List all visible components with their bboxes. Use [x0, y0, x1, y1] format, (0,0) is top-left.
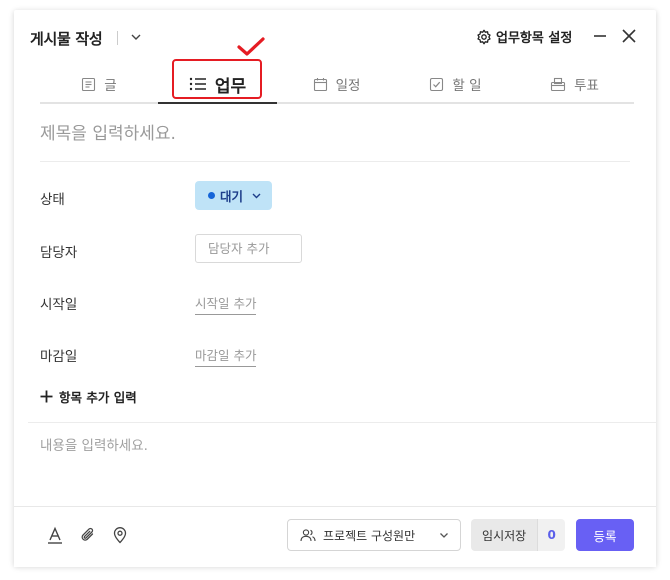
visibility-scope-dropdown[interactable]: 프로젝트 구성원만	[287, 519, 461, 551]
calendar-icon	[313, 77, 327, 91]
due-date-label: 마감일	[40, 349, 78, 365]
start-date-label: 시작일	[40, 297, 78, 313]
draft-count: 0	[537, 519, 565, 551]
assignee-label: 담당자	[40, 245, 78, 261]
task-fields-settings-button[interactable]: 업무항목 설정	[476, 27, 572, 46]
tab-task[interactable]: 업무	[158, 66, 277, 104]
chevron-down-icon	[252, 193, 261, 199]
users-icon	[300, 529, 316, 542]
tab-label: 할 일	[452, 78, 482, 94]
chevron-down-icon[interactable]	[129, 30, 143, 44]
post-compose-dialog: 게시물 작성 업무항목 설정 글 업무 일정 할 일 투표 제목을 입력하세요.…	[14, 10, 656, 567]
gear-icon	[477, 29, 491, 44]
subject-divider	[40, 161, 630, 162]
list-icon	[189, 77, 206, 91]
title-divider	[117, 31, 118, 45]
content-input[interactable]	[40, 434, 630, 504]
tab-label: 일정	[335, 78, 361, 94]
minimize-icon[interactable]	[591, 27, 609, 45]
tab-label: 투표	[574, 78, 599, 94]
tab-label: 업무	[214, 76, 247, 97]
status-dot	[208, 192, 215, 199]
attachment-icon[interactable]	[79, 526, 97, 544]
location-pin-icon[interactable]	[111, 526, 129, 544]
due-date-field[interactable]: 마감일 추가	[195, 345, 257, 367]
status-label: 상태	[40, 192, 65, 208]
dialog-title: 게시물 작성	[30, 30, 103, 48]
add-field-label: 항목 추가 입력	[59, 390, 137, 405]
content-divider	[28, 422, 656, 423]
scope-label: 프로젝트 구성원만	[323, 528, 416, 543]
plus-icon	[40, 390, 53, 403]
ballot-box-icon	[551, 77, 566, 91]
close-icon[interactable]	[620, 27, 638, 45]
start-date-field[interactable]: 시작일 추가	[195, 293, 257, 315]
status-dropdown[interactable]: 대기	[195, 181, 272, 210]
dialog-footer: 프로젝트 구성원만 임시저장 0 등록	[14, 506, 656, 567]
tab-vote[interactable]: 투표	[515, 66, 634, 102]
document-icon	[82, 77, 96, 91]
submit-button[interactable]: 등록	[576, 519, 634, 551]
subject-input[interactable]	[40, 118, 630, 150]
text-format-icon[interactable]	[46, 526, 64, 544]
tab-label: 글	[104, 78, 117, 94]
settings-label: 업무항목 설정	[496, 31, 573, 46]
post-type-tabs: 글 업무 일정 할 일 투표	[40, 66, 634, 104]
add-field-button[interactable]: 항목 추가 입력	[40, 387, 137, 406]
save-draft-button[interactable]: 임시저장 0	[471, 519, 565, 551]
tab-post[interactable]: 글	[40, 66, 158, 102]
tab-schedule[interactable]: 일정	[277, 66, 396, 102]
checkmark-icon	[237, 37, 265, 56]
dialog-header: 게시물 작성 업무항목 설정	[14, 10, 656, 66]
status-value: 대기	[220, 189, 244, 204]
tab-todo[interactable]: 할 일	[396, 66, 515, 102]
assignee-input[interactable]	[195, 234, 302, 263]
checkbox-icon	[430, 77, 444, 91]
draft-label: 임시저장	[471, 519, 538, 551]
chevron-down-icon	[440, 533, 448, 538]
